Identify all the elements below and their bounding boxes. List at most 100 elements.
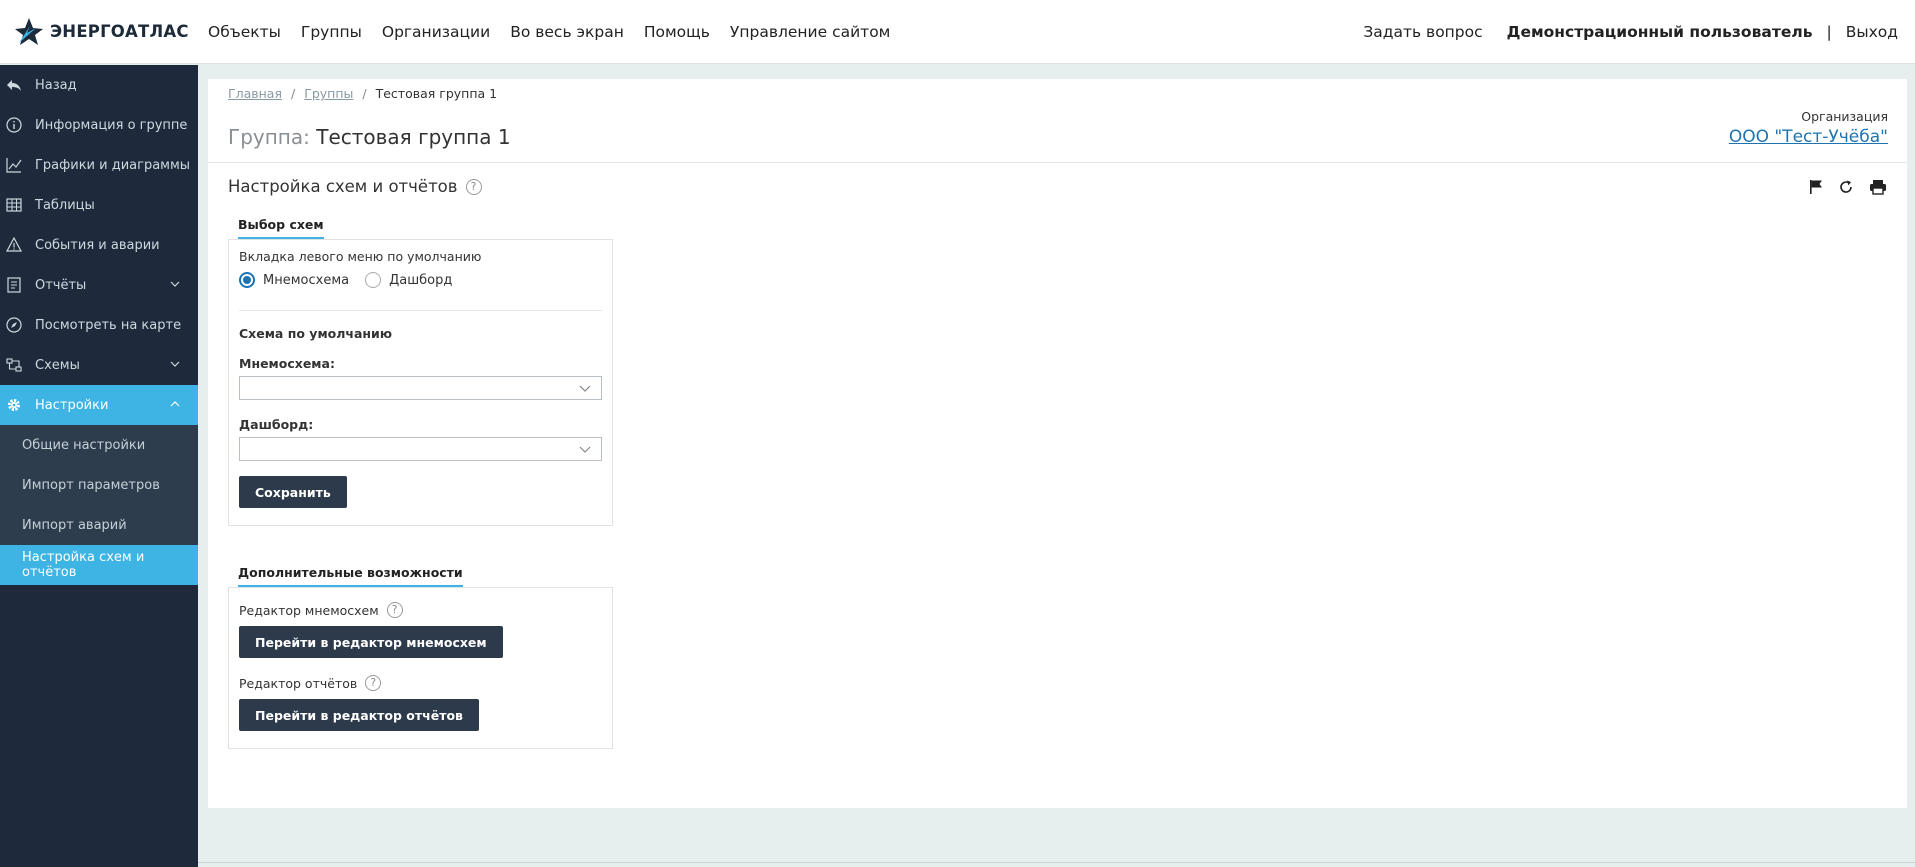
ask-question-link[interactable]: Задать вопрос <box>1363 23 1482 41</box>
line-chart-icon <box>6 157 22 173</box>
default-tab-radio-group: Мнемосхема Дашборд <box>239 272 468 288</box>
chevron-down-icon <box>170 361 180 367</box>
chevron-down-icon <box>579 385 591 392</box>
gear-icon <box>6 397 22 413</box>
mnemo-editor-label: Редактор мнемосхем ? <box>239 602 403 618</box>
mnemo-select-label: Мнемосхема: <box>239 356 335 371</box>
nav-fullscreen[interactable]: Во весь экран <box>510 23 624 41</box>
sidebar-item-label: Посмотреть на карте <box>35 317 182 333</box>
nav-organizations[interactable]: Организации <box>382 23 490 41</box>
nav-groups[interactable]: Группы <box>301 23 362 41</box>
breadcrumb-separator: / <box>362 86 367 101</box>
breadcrumb-separator: / <box>291 86 296 101</box>
extra-features-box: Редактор мнемосхем ? Перейти в редактор … <box>228 587 613 749</box>
breadcrumb: Главная / Группы / Тестовая группа 1 <box>228 86 497 101</box>
report-editor-label: Редактор отчётов ? <box>239 675 382 691</box>
sidebar-item-reports[interactable]: Отчёты <box>0 265 198 305</box>
default-scheme-label: Схема по умолчанию <box>239 326 392 341</box>
breadcrumb-groups[interactable]: Группы <box>304 86 353 101</box>
nav-objects[interactable]: Объекты <box>208 23 281 41</box>
scheme-selection-box: Вкладка левого меню по умолчанию Мнемосх… <box>228 239 613 526</box>
sidebar-subitem-scheme-report-settings[interactable]: Настройка схем и отчётов <box>0 545 198 585</box>
scheme-icon <box>6 357 22 373</box>
mnemo-editor-label-text: Редактор мнемосхем <box>239 602 379 618</box>
warning-icon <box>6 237 22 253</box>
divider <box>239 310 602 311</box>
section-title-text: Настройка схем и отчётов <box>228 177 458 196</box>
logo-star-icon <box>15 18 43 45</box>
back-arrow-icon <box>6 77 22 93</box>
top-nav: Объекты Группы Организации Во весь экран… <box>208 0 910 64</box>
sidebar-item-charts[interactable]: Графики и диаграммы <box>0 145 198 185</box>
logout-link[interactable]: Выход <box>1846 23 1898 41</box>
save-button[interactable]: Сохранить <box>239 476 347 508</box>
chevron-down-icon <box>170 281 180 287</box>
header-separator: | <box>1826 23 1832 41</box>
sidebar-item-label: Информация о группе <box>35 117 188 133</box>
footer-divider <box>198 862 1915 863</box>
page-title-value: Тестовая группа 1 <box>316 125 511 149</box>
main-panel: Главная / Группы / Тестовая группа 1 Группа:… <box>208 79 1907 808</box>
sidebar-item-label: События и аварии <box>35 237 160 253</box>
tab-extra-features[interactable]: Дополнительные возможности <box>238 565 463 587</box>
chevron-down-icon <box>579 446 591 453</box>
sidebar-item-label: Схемы <box>35 357 80 373</box>
sidebar-item-map[interactable]: Посмотреть на карте <box>0 305 198 345</box>
radio-dashboard-label[interactable]: Дашборд <box>389 273 452 288</box>
radio-mnemo[interactable] <box>239 272 255 288</box>
sidebar-item-tables[interactable]: Таблицы <box>0 185 198 225</box>
sidebar-item-label: Графики и диаграммы <box>35 157 191 173</box>
refresh-icon[interactable] <box>1838 179 1854 195</box>
sidebar-item-schemes[interactable]: Схемы <box>0 345 198 385</box>
sidebar-item-settings[interactable]: Настройки <box>0 385 198 425</box>
sidebar-item-label: Таблицы <box>35 197 95 213</box>
logo[interactable]: ЭНЕРГОАТЛАС <box>14 16 189 46</box>
mnemo-editor-button[interactable]: Перейти в редактор мнемосхем <box>239 626 503 658</box>
report-icon <box>6 277 22 293</box>
chevron-up-icon <box>170 401 180 407</box>
report-editor-label-text: Редактор отчётов <box>239 675 358 691</box>
dashboard-select-label: Дашборд: <box>239 417 314 432</box>
page-title: Группа: Тестовая группа 1 <box>228 125 511 149</box>
section-title: Настройка схем и отчётов ? <box>228 177 482 196</box>
default-tab-label: Вкладка левого меню по умолчанию <box>239 249 482 264</box>
compass-icon <box>6 317 22 333</box>
help-icon[interactable]: ? <box>365 675 382 691</box>
page-title-label: Группа: <box>228 125 310 149</box>
dashboard-select[interactable] <box>239 437 602 461</box>
organization-link[interactable]: ООО "Тест-Учёба" <box>1729 127 1888 147</box>
organization-label: Организация <box>1801 109 1888 124</box>
sidebar: Назад Информация о группе Графики и диаг… <box>0 65 198 867</box>
help-icon[interactable]: ? <box>386 602 403 618</box>
mnemo-select[interactable] <box>239 376 602 400</box>
info-icon <box>6 117 22 133</box>
sidebar-item-events[interactable]: События и аварии <box>0 225 198 265</box>
sidebar-item-label: Отчёты <box>35 277 87 293</box>
sidebar-subitem-import-params[interactable]: Импорт параметров <box>0 465 198 505</box>
sidebar-item-label: Назад <box>35 77 77 93</box>
help-icon[interactable]: ? <box>465 178 482 195</box>
logo-text: ЭНЕРГОАТЛАС <box>50 21 189 41</box>
sidebar-subitem-general-settings[interactable]: Общие настройки <box>0 425 198 465</box>
sidebar-subitem-import-alarms[interactable]: Импорт аварий <box>0 505 198 545</box>
breadcrumb-current: Тестовая группа 1 <box>375 86 498 101</box>
print-icon[interactable] <box>1869 179 1887 195</box>
tab-scheme-selection[interactable]: Выбор схем <box>238 217 324 239</box>
organization-block: Организация ООО "Тест-Учёба" <box>1729 109 1888 147</box>
top-bar: ЭНЕРГОАТЛАС Объекты Группы Организации В… <box>0 0 1915 64</box>
sidebar-item-back[interactable]: Назад <box>0 65 198 105</box>
sidebar-item-label: Настройки <box>35 397 109 413</box>
flag-icon[interactable] <box>1809 179 1823 195</box>
nav-help[interactable]: Помощь <box>644 23 710 41</box>
top-right: Задать вопрос Демонстрационный пользоват… <box>1363 0 1898 64</box>
toolbar <box>1794 179 1887 195</box>
report-editor-button[interactable]: Перейти в редактор отчётов <box>239 699 479 731</box>
radio-dashboard[interactable] <box>365 272 382 288</box>
sidebar-item-group-info[interactable]: Информация о группе <box>0 105 198 145</box>
nav-site-management[interactable]: Управление сайтом <box>730 23 890 41</box>
table-icon <box>6 197 22 213</box>
user-name[interactable]: Демонстрационный пользователь <box>1507 23 1813 41</box>
breadcrumb-home[interactable]: Главная <box>228 86 282 101</box>
divider <box>208 162 1907 163</box>
radio-mnemo-label[interactable]: Мнемосхема <box>263 273 349 288</box>
